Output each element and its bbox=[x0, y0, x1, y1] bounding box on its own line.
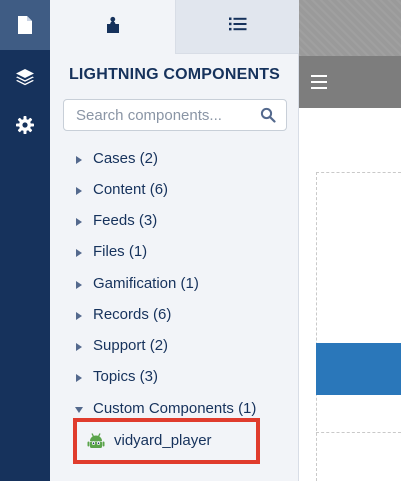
chevron-right-icon bbox=[76, 156, 82, 164]
gear-icon bbox=[15, 115, 35, 135]
chevron-right-icon bbox=[76, 249, 82, 257]
tree-item-label: Content (6) bbox=[93, 181, 169, 198]
chevron-right-icon bbox=[76, 281, 82, 289]
tree-item-files[interactable]: Files (1) bbox=[50, 238, 299, 266]
page-canvas bbox=[299, 0, 401, 481]
canvas-nav-bar[interactable] bbox=[299, 56, 401, 108]
page-icon bbox=[16, 15, 34, 35]
tree-item-feeds[interactable]: Feeds (3) bbox=[50, 207, 299, 235]
tree-item-cases[interactable]: Cases (2) bbox=[50, 145, 299, 173]
chevron-right-icon bbox=[76, 343, 82, 351]
components-panel: LIGHTNING COMPONENTS Cases (2) Content (… bbox=[50, 0, 299, 481]
tree-item-topics[interactable]: Topics (3) bbox=[50, 363, 299, 391]
components-rail-button[interactable] bbox=[0, 52, 50, 102]
tree-item-support[interactable]: Support (2) bbox=[50, 332, 299, 360]
component-label: vidyard_player bbox=[114, 432, 212, 449]
tab-components[interactable] bbox=[50, 0, 175, 54]
left-icon-rail bbox=[0, 0, 50, 481]
tree-item-label: Gamification (1) bbox=[93, 275, 199, 292]
tree-item-label: Topics (3) bbox=[93, 368, 159, 385]
panel-title: LIGHTNING COMPONENTS bbox=[68, 66, 281, 83]
tree-item-label: Files (1) bbox=[93, 243, 148, 260]
search-box bbox=[63, 99, 287, 131]
chevron-right-icon bbox=[76, 312, 82, 320]
chevron-right-icon bbox=[76, 187, 82, 195]
chevron-down-icon bbox=[75, 407, 83, 413]
search-icon[interactable] bbox=[260, 107, 276, 128]
settings-rail-button[interactable] bbox=[0, 100, 50, 150]
tree-item-content[interactable]: Content (6) bbox=[50, 176, 299, 204]
tab-page-structure[interactable] bbox=[175, 0, 299, 54]
canvas-region-border bbox=[316, 432, 401, 433]
android-robot-icon bbox=[87, 432, 105, 455]
panel-tabs bbox=[50, 0, 299, 54]
tree-item-gamification[interactable]: Gamification (1) bbox=[50, 270, 299, 298]
chevron-right-icon bbox=[76, 374, 82, 382]
menu-icon[interactable] bbox=[311, 75, 327, 94]
component-vidyard-player[interactable]: vidyard_player bbox=[73, 418, 260, 464]
list-icon bbox=[228, 17, 247, 36]
canvas-region-border bbox=[316, 172, 317, 481]
search-input[interactable] bbox=[64, 100, 254, 130]
tree-item-label: Custom Components (1) bbox=[93, 400, 257, 417]
layers-icon bbox=[15, 67, 35, 87]
canvas-region-border bbox=[316, 172, 401, 173]
chevron-right-icon bbox=[76, 218, 82, 226]
tree-item-records[interactable]: Records (6) bbox=[50, 301, 299, 329]
components-icon bbox=[105, 16, 121, 39]
canvas-component-block[interactable] bbox=[316, 343, 401, 395]
tree-item-label: Support (2) bbox=[93, 337, 169, 354]
canvas-header-region[interactable] bbox=[299, 0, 401, 56]
tree-item-label: Records (6) bbox=[93, 306, 172, 323]
tree-item-label: Cases (2) bbox=[93, 150, 159, 167]
pages-rail-button[interactable] bbox=[0, 0, 50, 50]
tree-item-label: Feeds (3) bbox=[93, 212, 158, 229]
